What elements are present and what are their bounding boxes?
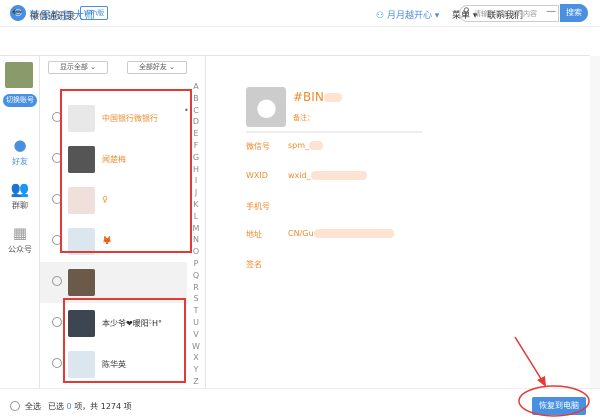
show-filter-select[interactable]: 显示全部 ⌄ bbox=[48, 61, 108, 74]
contact-name: #BIN bbox=[293, 90, 342, 104]
select-radio[interactable] bbox=[52, 276, 62, 286]
alphabet-letter[interactable]: T bbox=[191, 306, 201, 318]
sidebar-item-label: 好友 bbox=[12, 157, 28, 166]
alphabet-letter[interactable]: O bbox=[191, 247, 201, 259]
chevron-down-icon: ⌄ bbox=[90, 63, 97, 71]
edition-badge: Win版 bbox=[80, 6, 109, 20]
annotation-box bbox=[60, 89, 192, 253]
user-name: 月月越开心 ▾ bbox=[386, 11, 440, 21]
field-label: 微信号 bbox=[246, 142, 270, 151]
field-label: 地址 bbox=[246, 230, 262, 239]
page-title: 微信通讯录 bbox=[30, 12, 76, 22]
friend-filter-value: 全部好友 bbox=[138, 63, 167, 71]
alphabet-letter[interactable]: L bbox=[191, 212, 201, 224]
annotation-arrow bbox=[514, 336, 590, 417]
arrow-line bbox=[514, 336, 544, 383]
select-radio[interactable] bbox=[52, 317, 62, 327]
alphabet-letter[interactable]: Q bbox=[191, 271, 201, 283]
alphabet-letter[interactable]: J bbox=[191, 188, 201, 200]
alphabet-letter[interactable]: X bbox=[191, 353, 201, 365]
select-all-radio[interactable] bbox=[10, 401, 20, 411]
nav-bar bbox=[0, 28, 590, 56]
chevron-down-icon: ⌄ bbox=[169, 63, 176, 71]
selection-info: 已选 0 项，共 1274 项 bbox=[48, 401, 132, 412]
contact-avatar bbox=[68, 269, 95, 296]
show-filter-value: 显示全部 bbox=[59, 63, 88, 71]
alphabet-letter[interactable]: W bbox=[191, 342, 201, 354]
list-item[interactable] bbox=[40, 262, 187, 303]
sidebar-item-friends[interactable]: ● 好友 bbox=[0, 136, 40, 167]
selected-suffix: 项，共 1274 项 bbox=[74, 402, 132, 411]
selected-count: 0 bbox=[66, 402, 72, 411]
alphabet-letter[interactable]: S bbox=[191, 294, 201, 306]
sidebar-item-official[interactable]: ▦ 公众号 bbox=[0, 224, 40, 255]
sidebar-item-groups[interactable]: 👥 群聊 bbox=[0, 180, 40, 211]
search-icon: ⚲ bbox=[463, 7, 470, 17]
field-value: wxid_ bbox=[288, 171, 367, 180]
user-icon: ⚇ bbox=[376, 11, 387, 21]
grid-icon: ▦ bbox=[12, 224, 28, 242]
arrow-head bbox=[537, 376, 546, 387]
field-value: CN/Gu bbox=[288, 229, 394, 238]
alphabet-letter[interactable]: K bbox=[191, 200, 201, 212]
divider bbox=[205, 56, 206, 388]
contact-name-text: #BIN bbox=[293, 90, 324, 104]
sidebar-item-label: 群聊 bbox=[12, 201, 28, 210]
alphabet-letter[interactable]: R bbox=[191, 283, 201, 295]
alphabet-letter[interactable]: V bbox=[191, 330, 201, 342]
field-value-text: CN/Gu bbox=[288, 229, 314, 238]
account-avatar bbox=[5, 62, 33, 88]
alphabet-letter[interactable]: U bbox=[191, 318, 201, 330]
alphabet-letter[interactable]: P bbox=[191, 259, 201, 271]
alphabet-letter[interactable]: D bbox=[191, 117, 201, 129]
alphabet-index: ABCDEFGHIJKLMNOPQRSTUVWXYZ bbox=[191, 82, 201, 389]
field-value-text: wxid_ bbox=[288, 171, 311, 180]
back-arrow-icon[interactable]: ← bbox=[12, 5, 23, 20]
field-value: spm_ bbox=[288, 141, 324, 150]
group-icon: 👥 bbox=[10, 180, 30, 198]
alphabet-letter[interactable]: G bbox=[191, 153, 201, 165]
alphabet-letter[interactable]: C bbox=[191, 106, 201, 118]
select-radio[interactable] bbox=[52, 358, 62, 368]
alphabet-letter[interactable]: E bbox=[191, 129, 201, 141]
field-value-text: spm_ bbox=[288, 141, 310, 150]
selected-prefix: 已选 bbox=[48, 402, 64, 411]
field-label: WXID bbox=[246, 171, 268, 180]
field-label: 手机号 bbox=[246, 202, 270, 211]
field-label: 签名 bbox=[246, 260, 262, 269]
alphabet-letter[interactable]: Y bbox=[191, 365, 201, 377]
user-menu[interactable]: ⚇ 月月越开心 ▾ bbox=[376, 8, 439, 21]
star-marker: • bbox=[184, 106, 189, 115]
divider bbox=[246, 131, 422, 133]
alphabet-letter[interactable]: M bbox=[191, 224, 201, 236]
contact-avatar: ● bbox=[246, 87, 286, 127]
annotation-box bbox=[63, 298, 186, 383]
alphabet-letter[interactable]: A bbox=[191, 82, 201, 94]
person-icon: ● bbox=[256, 93, 277, 121]
alphabet-letter[interactable]: B bbox=[191, 94, 201, 106]
alphabet-letter[interactable]: I bbox=[191, 176, 201, 188]
search-button[interactable]: 搜索 bbox=[560, 4, 588, 22]
select-all-label: 全选 bbox=[25, 402, 41, 411]
sidebar-item-label: 公众号 bbox=[8, 245, 32, 254]
search-input[interactable]: 请输入要查找的内容 bbox=[459, 5, 559, 22]
person-icon: ● bbox=[13, 136, 27, 154]
switch-account-button[interactable]: 切换账号 bbox=[3, 94, 37, 107]
alphabet-letter[interactable]: H bbox=[191, 165, 201, 177]
alphabet-letter[interactable]: F bbox=[191, 141, 201, 153]
friend-filter-select[interactable]: 全部好友 ⌄ bbox=[127, 61, 187, 74]
annotation-ellipse bbox=[518, 385, 590, 417]
alphabet-letter[interactable]: N bbox=[191, 235, 201, 247]
alphabet-letter[interactable]: Z bbox=[191, 377, 201, 389]
remark-label: 备注： bbox=[293, 114, 314, 122]
